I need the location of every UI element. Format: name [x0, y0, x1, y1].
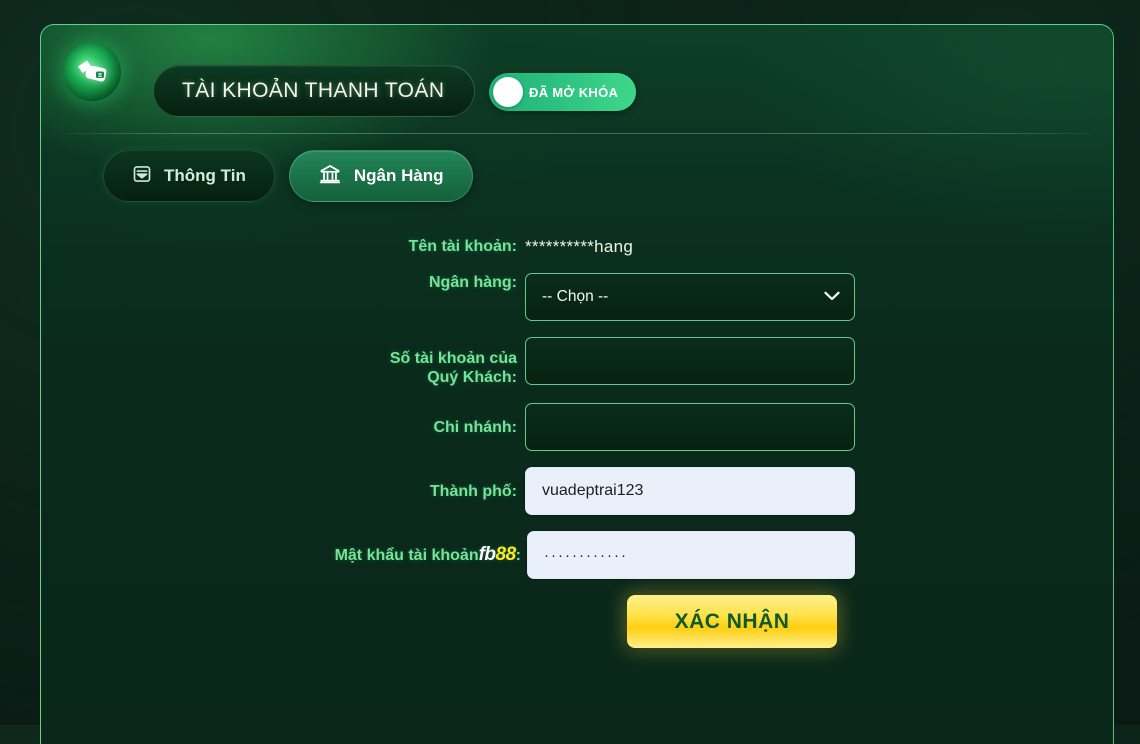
bank-icon: [318, 163, 342, 190]
chevron-down-icon: [824, 288, 840, 306]
account-number-input[interactable]: [525, 337, 855, 385]
bank-select-value: -- Chọn --: [542, 288, 609, 305]
row-branch: Chi nhánh:: [41, 403, 1113, 452]
account-name-value: **********hang: [525, 237, 634, 256]
bank-label: Ngân hàng:: [429, 274, 517, 291]
password-label-prefix: Mật khẩu tài khoản: [334, 546, 479, 564]
account-number-label-line2: Quý Khách:: [427, 369, 517, 387]
city-input[interactable]: [525, 467, 855, 516]
city-label: Thành phố:: [429, 482, 517, 500]
card-header: TÀI KHOẢN THANH TOÁN ĐÃ MỞ KHÓA: [41, 25, 1113, 134]
password-label-suffix: :: [515, 546, 521, 564]
page-title: TÀI KHOẢN THANH TOÁN: [182, 79, 445, 102]
header-divider: [63, 133, 1091, 134]
tab-thong-tin-label: Thông Tin: [164, 166, 246, 185]
payment-account-card: TÀI KHOẢN THANH TOÁN ĐÃ MỞ KHÓA Thông Ti…: [40, 24, 1114, 744]
toggle-knob-icon: [493, 77, 523, 107]
password-input[interactable]: [527, 531, 855, 580]
tab-thong-tin[interactable]: Thông Tin: [103, 150, 275, 202]
tab-ngan-hang-label: Ngân Hàng: [353, 166, 444, 185]
account-number-label-line1: Số tài khoản của: [389, 350, 517, 367]
password-label: Mật khẩu tài khoản fb 88:: [41, 544, 529, 567]
wallet-hand-icon: [63, 43, 121, 101]
status-badge-unlocked[interactable]: ĐÃ MỞ KHÓA: [489, 73, 637, 111]
confirm-spacer: [41, 595, 525, 648]
bank-select[interactable]: -- Chọn --: [525, 273, 855, 321]
row-account-name: Tên tài khoản: **********hang: [41, 235, 1113, 257]
confirm-row: XÁC NHẬN: [41, 595, 1113, 649]
tab-bar: Thông Tin Ngân Hàng: [103, 150, 473, 202]
inbox-icon: [132, 164, 152, 189]
row-password: Mật khẩu tài khoản fb 88:: [41, 531, 1113, 580]
row-account-number: Số tài khoản của Quý Khách:: [41, 337, 1113, 387]
branch-label: Chi nhánh:: [433, 418, 517, 436]
row-bank-select: Ngân hàng: -- Chọn --: [41, 273, 1113, 321]
branch-input[interactable]: [525, 403, 855, 452]
tab-ngan-hang[interactable]: Ngân Hàng: [288, 150, 473, 202]
brand-88-text: 88: [495, 543, 517, 565]
page-title-pill: TÀI KHOẢN THANH TOÁN: [153, 65, 476, 117]
bank-form: Tên tài khoản: **********hang Ngân hàng:…: [41, 235, 1113, 649]
row-city: Thành phố:: [41, 467, 1113, 516]
brand-fb-text: fb: [478, 543, 496, 565]
account-number-label: Số tài khoản của Quý Khách:: [41, 337, 525, 387]
account-name-label: Tên tài khoản:: [408, 238, 517, 255]
status-badge-label: ĐÃ MỞ KHÓA: [529, 84, 619, 100]
confirm-button[interactable]: XÁC NHẬN: [627, 595, 837, 649]
